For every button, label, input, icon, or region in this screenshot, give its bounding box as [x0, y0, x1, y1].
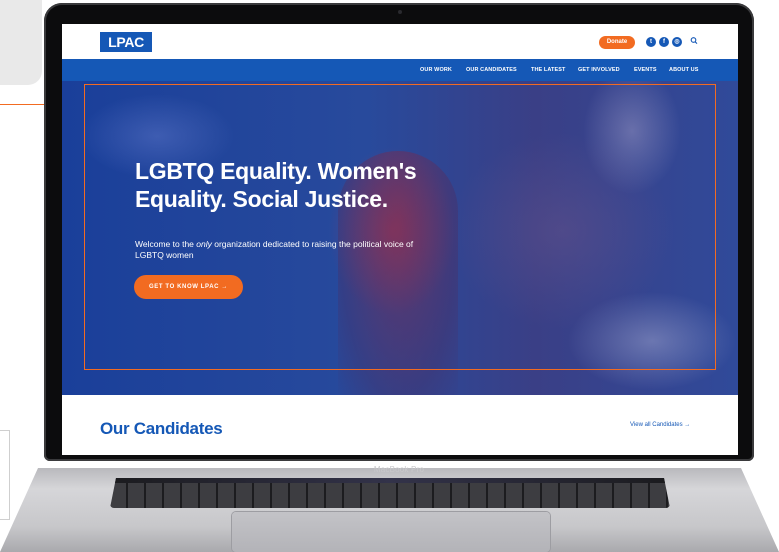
hero-subtitle: Welcome to the only organization dedicat…	[135, 239, 435, 261]
laptop-trackpad	[232, 512, 550, 552]
candidates-title: Our Candidates	[100, 419, 223, 438]
background-gray-block	[0, 0, 42, 85]
nav-get-involved[interactable]: GET INVOLVED	[578, 59, 620, 81]
laptop-screen: LPAC Donate t f ◎ OUR WORK OUR CANDIDATE…	[62, 24, 738, 455]
camera-icon	[398, 10, 402, 14]
nav-our-candidates[interactable]: OUR CANDIDATES	[466, 59, 517, 81]
search-icon[interactable]	[689, 35, 699, 47]
nav-events[interactable]: EVENTS	[634, 59, 657, 81]
donate-button[interactable]: Donate	[599, 36, 635, 49]
hero-subtitle-emphasis: only	[196, 239, 212, 249]
twitter-icon[interactable]: t	[646, 37, 656, 47]
touch-bar	[110, 478, 670, 483]
main-nav: OUR WORK OUR CANDIDATES THE LATEST GET I…	[62, 59, 738, 81]
get-to-know-button[interactable]: GET TO KNOW LPAC →	[134, 275, 243, 299]
hero-title: LGBTQ Equality. Women's Equality. Social…	[135, 158, 417, 212]
nav-the-latest[interactable]: THE LATEST	[531, 59, 566, 81]
background-outline-box	[0, 430, 10, 520]
nav-our-work[interactable]: OUR WORK	[420, 59, 452, 81]
instagram-icon[interactable]: ◎	[672, 37, 682, 47]
site-logo[interactable]: LPAC	[100, 32, 152, 52]
facebook-icon[interactable]: f	[659, 37, 669, 47]
laptop-keyboard	[110, 478, 670, 508]
view-all-candidates-link[interactable]: View all Candidates →	[630, 422, 690, 428]
device-label: MacBook Pro	[373, 465, 425, 474]
hero-subtitle-start: Welcome to the	[135, 239, 197, 249]
hero-banner: LGBTQ Equality. Women's Equality. Social…	[62, 81, 738, 395]
nav-about-us[interactable]: ABOUT US	[669, 59, 699, 81]
site-header: LPAC Donate t f ◎	[62, 24, 738, 59]
candidates-section: Our Candidates View all Candidates →	[62, 395, 738, 455]
hero-frame	[84, 84, 716, 370]
